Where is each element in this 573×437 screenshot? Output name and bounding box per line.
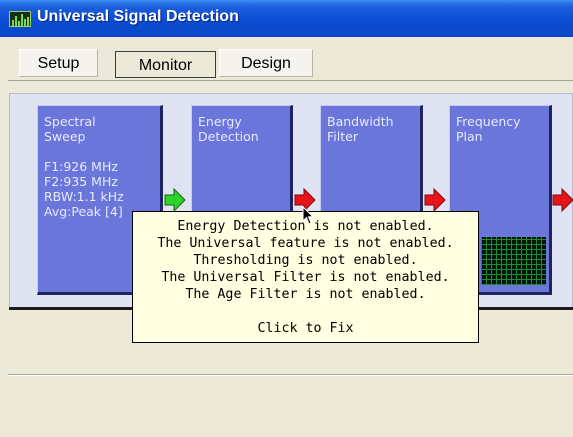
sweep-f1-value: F1:926 MHz — [44, 159, 118, 174]
tab-setup[interactable]: Setup — [19, 49, 98, 77]
arrow-right-icon — [424, 188, 446, 212]
spectrum-app-icon[interactable] — [9, 11, 31, 27]
mouse-cursor-icon — [302, 206, 314, 225]
block-title-line: Detection — [198, 129, 259, 144]
block-title-line: Filter — [327, 129, 358, 144]
status-divider — [8, 374, 573, 376]
arrow-right-icon — [164, 188, 186, 212]
block-title-line: Sweep — [44, 129, 86, 144]
sweep-f2-value: F2:935 MHz — [44, 174, 118, 189]
tooltip-message: The Universal feature is not enabled. — [157, 236, 454, 251]
tab-monitor[interactable]: Monitor — [115, 51, 216, 78]
tooltip-message: The Age Filter is not enabled. — [185, 287, 426, 302]
tooltip-message: The Universal Filter is not enabled. — [161, 270, 450, 285]
click-to-fix-link[interactable]: Click to Fix — [133, 320, 478, 337]
frequency-plan-grid — [481, 237, 546, 285]
block-title-line: Plan — [456, 129, 483, 144]
tooltip-message: Thresholding is not enabled. — [193, 253, 418, 268]
arrow-right-icon — [552, 188, 573, 212]
block-title-line: Frequency — [456, 114, 521, 129]
window-title: Universal Signal Detection — [37, 8, 239, 25]
fix-tooltip[interactable]: Energy Detection is not enabled. The Uni… — [132, 211, 479, 343]
title-bar[interactable]: Universal Signal Detection — [0, 0, 573, 37]
block-title-line: Spectral — [44, 114, 96, 129]
sweep-rbw-value: RBW:1.1 kHz — [44, 189, 124, 204]
tab-design[interactable]: Design — [219, 49, 313, 77]
block-title-line: Energy — [198, 114, 242, 129]
block-title-line: Bandwidth — [327, 114, 394, 129]
